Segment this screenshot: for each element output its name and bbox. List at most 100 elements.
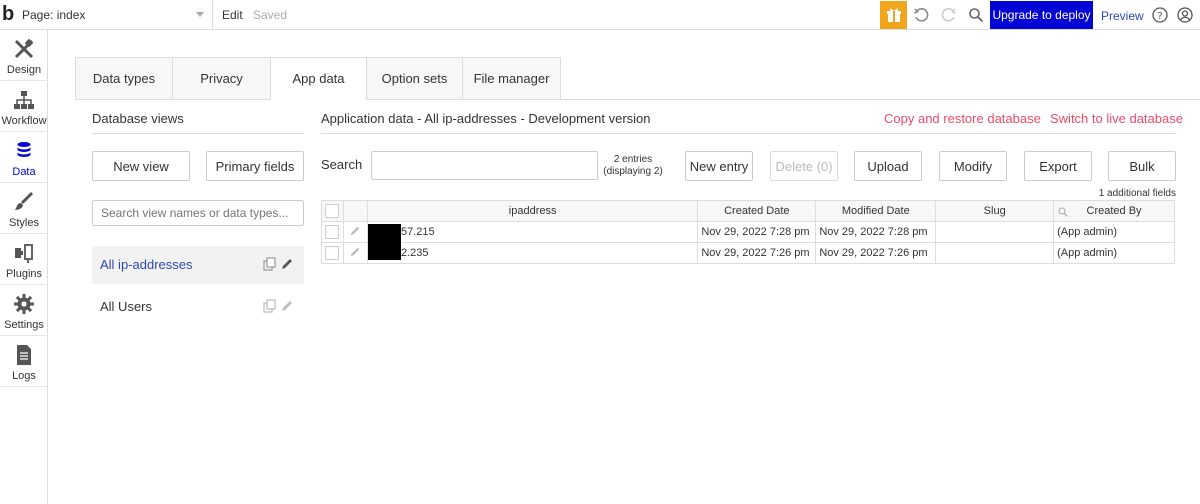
view-item-all-users[interactable]: All Users xyxy=(92,288,304,326)
divider xyxy=(212,0,213,30)
new-entry-button[interactable]: New entry xyxy=(685,151,753,181)
slug-cell[interactable] xyxy=(935,221,1055,243)
sidebar-item-plugins[interactable]: Plugins xyxy=(0,234,48,285)
database-icon xyxy=(13,140,35,162)
pencil-icon[interactable] xyxy=(280,257,294,271)
copy-icon[interactable] xyxy=(263,299,277,313)
export-button[interactable]: Export xyxy=(1024,151,1092,181)
sidebar-item-design[interactable]: Design xyxy=(0,30,48,81)
tab-option-sets[interactable]: Option sets xyxy=(366,57,462,100)
tab-file-manager[interactable]: File manager xyxy=(462,57,561,100)
undo-button[interactable] xyxy=(913,7,929,23)
copy-restore-database-link[interactable]: Copy and restore database xyxy=(884,111,1041,126)
left-sidebar: Design Workflow Data Styles Plugins Sett… xyxy=(0,30,48,504)
modified-date-cell[interactable]: Nov 29, 2022 7:26 pm xyxy=(815,242,937,264)
created-date-cell[interactable]: Nov 29, 2022 7:28 pm xyxy=(697,221,817,243)
design-icon xyxy=(13,38,35,60)
switch-live-database-link[interactable]: Switch to live database xyxy=(1050,111,1183,126)
sidebar-item-logs[interactable]: Logs xyxy=(0,336,48,387)
user-icon xyxy=(1177,7,1193,23)
created-date-cell[interactable]: Nov 29, 2022 7:26 pm xyxy=(697,242,817,264)
search-entries-input[interactable] xyxy=(371,151,598,180)
page-selector[interactable]: Page: index xyxy=(22,8,85,22)
column-header-slug[interactable]: Slug xyxy=(935,200,1055,222)
tab-app-data[interactable]: App data xyxy=(270,57,366,100)
upload-button[interactable]: Upload xyxy=(854,151,922,181)
modified-date-cell[interactable]: Nov 29, 2022 7:28 pm xyxy=(815,221,937,243)
pencil-icon[interactable] xyxy=(349,225,361,237)
entries-count: 2 entries (displaying 2) xyxy=(603,154,663,177)
sidebar-item-workflow[interactable]: Workflow xyxy=(0,81,48,132)
redo-icon xyxy=(941,8,956,22)
bubble-logo[interactable]: b xyxy=(2,4,16,25)
edit-column-header xyxy=(342,200,368,222)
gift-icon xyxy=(886,8,901,22)
table-row[interactable]: 57.215 Nov 29, 2022 7:28 pm Nov 29, 2022… xyxy=(321,221,1175,260)
sidebar-item-label: Plugins xyxy=(5,268,43,280)
additional-fields-link[interactable]: 1 additional fields xyxy=(1075,188,1176,199)
view-item-label: All ip-addresses xyxy=(100,257,193,272)
top-bar: b Page: index Edit Saved Upgrade to depl… xyxy=(0,0,1200,30)
document-icon xyxy=(13,344,35,366)
sidebar-item-settings[interactable]: Settings xyxy=(0,285,48,336)
divider xyxy=(92,133,304,134)
svg-text:?: ? xyxy=(1157,11,1162,22)
preview-link[interactable]: Preview xyxy=(1101,9,1144,23)
account-button[interactable] xyxy=(1177,7,1193,23)
help-button[interactable]: ? xyxy=(1152,7,1168,23)
table-row[interactable]: 2.235 Nov 29, 2022 7:26 pm Nov 29, 2022 … xyxy=(321,242,1175,264)
sidebar-item-label: Logs xyxy=(12,370,36,382)
bulk-button[interactable]: Bulk xyxy=(1108,151,1176,181)
row-checkbox[interactable] xyxy=(325,225,340,239)
delete-button[interactable]: Delete (0) xyxy=(770,151,838,181)
sidebar-item-label: Settings xyxy=(4,319,44,331)
data-tabs: Data types Privacy App data Option sets … xyxy=(75,57,561,100)
workflow-icon xyxy=(13,89,35,111)
tab-privacy[interactable]: Privacy xyxy=(172,57,270,100)
column-header-created-by[interactable]: Created By xyxy=(1053,200,1175,222)
select-all-checkbox[interactable] xyxy=(325,204,340,218)
created-by-cell[interactable]: (App admin) xyxy=(1053,221,1175,243)
column-header-modified-date[interactable]: Modified Date xyxy=(815,200,937,222)
created-by-cell[interactable]: (App admin) xyxy=(1053,242,1175,264)
search-views-input[interactable] xyxy=(92,200,304,226)
search-button[interactable] xyxy=(968,7,984,23)
select-all-cell xyxy=(321,200,344,222)
upgrade-to-deploy-button[interactable]: Upgrade to deploy xyxy=(990,1,1093,29)
ipaddress-cell[interactable]: 57.215 xyxy=(366,221,699,260)
search-icon[interactable] xyxy=(1058,207,1068,217)
sidebar-item-data[interactable]: Data xyxy=(0,132,48,183)
column-header-ipaddress[interactable]: ipaddress xyxy=(366,200,699,222)
view-item-all-ip-addresses[interactable]: All ip-addresses xyxy=(92,246,304,284)
ipaddress-cell[interactable]: 2.235 xyxy=(366,242,699,264)
sidebar-item-label: Data xyxy=(12,166,36,178)
tab-data-types[interactable]: Data types xyxy=(75,57,172,100)
chevron-down-icon[interactable] xyxy=(196,12,204,17)
row-checkbox[interactable] xyxy=(325,246,340,260)
sidebar-item-styles[interactable]: Styles xyxy=(0,183,48,234)
column-header-created-date[interactable]: Created Date xyxy=(697,200,817,222)
modify-button[interactable]: Modify xyxy=(939,151,1007,181)
database-views-title: Database views xyxy=(92,111,184,126)
sidebar-item-label: Styles xyxy=(9,217,39,229)
pencil-icon[interactable] xyxy=(349,246,361,258)
pencil-icon[interactable] xyxy=(280,299,294,313)
copy-icon[interactable] xyxy=(263,257,277,271)
sidebar-item-label: Design xyxy=(6,64,42,76)
sidebar-item-label: Workflow xyxy=(1,115,47,127)
redo-button[interactable] xyxy=(941,7,957,23)
new-view-button[interactable]: New view xyxy=(92,151,190,181)
search-label: Search xyxy=(321,157,363,172)
search-icon xyxy=(969,8,984,23)
gear-icon xyxy=(13,293,35,315)
divider xyxy=(561,99,1200,100)
view-item-label: All Users xyxy=(100,299,153,314)
gift-button[interactable] xyxy=(880,1,907,29)
application-data-title: Application data - All ip-addresses - De… xyxy=(321,111,651,126)
help-icon: ? xyxy=(1152,7,1168,23)
plug-icon xyxy=(13,242,35,264)
slug-cell[interactable] xyxy=(935,242,1055,264)
divider xyxy=(321,133,1176,134)
primary-fields-button[interactable]: Primary fields xyxy=(206,151,304,181)
edit-menu[interactable]: Edit xyxy=(222,8,243,22)
